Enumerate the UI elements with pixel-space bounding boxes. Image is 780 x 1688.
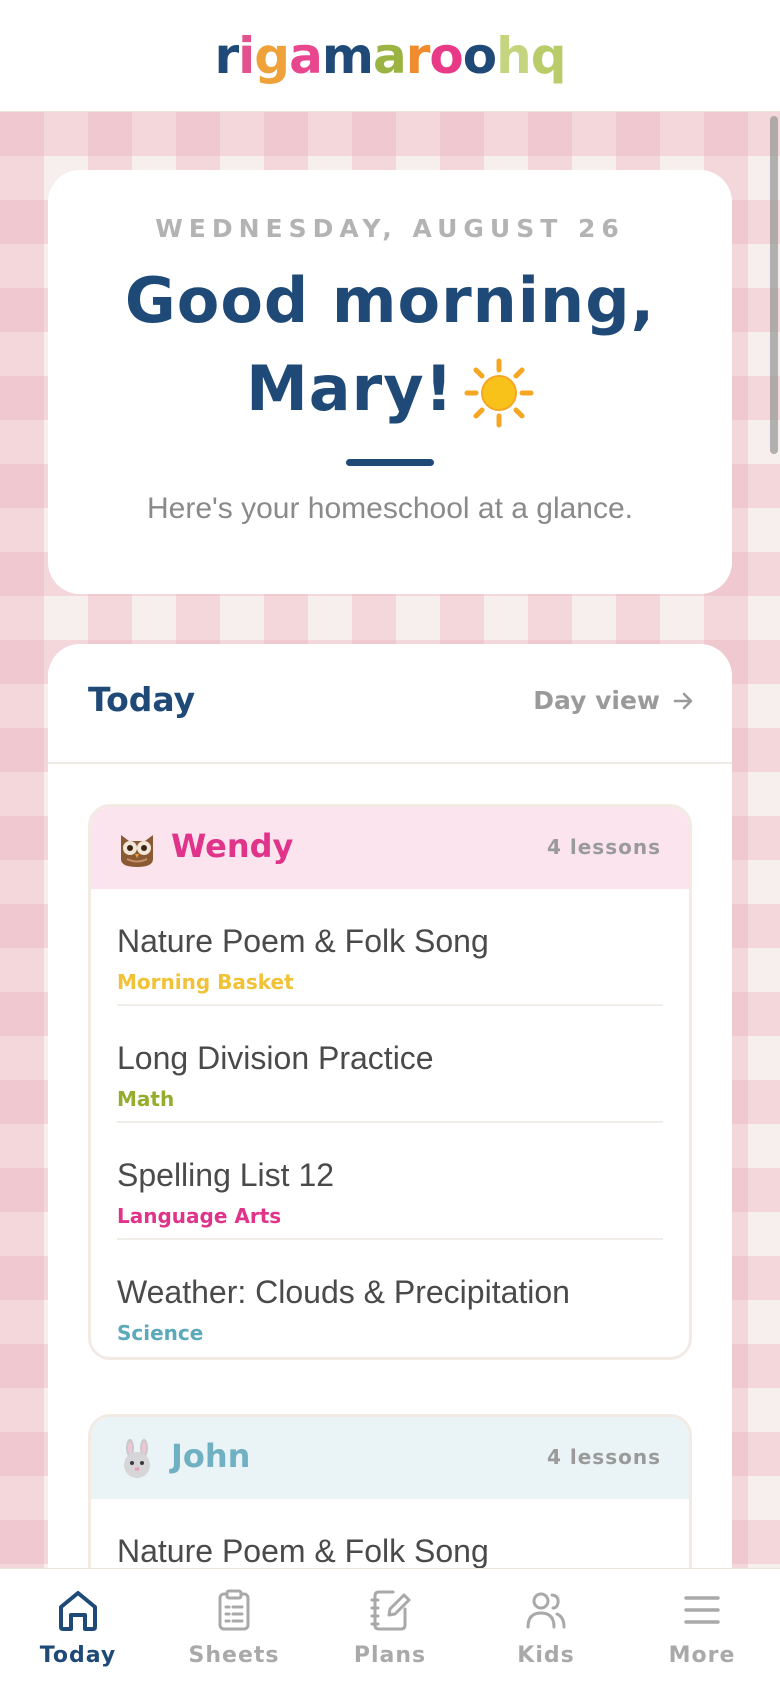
nav-today[interactable]: Today [0, 1569, 156, 1688]
kid-header[interactable]: Wendy 4 lessons [91, 807, 689, 889]
home-icon [59, 1591, 97, 1631]
nav-sheets[interactable]: Sheets [156, 1569, 312, 1688]
lesson-item[interactable]: Nature Poem & Folk Song Morning Basket [117, 889, 663, 1006]
today-card-header: Today Day view [48, 644, 732, 764]
owl-icon [121, 835, 153, 867]
kid-name: Wendy [171, 827, 294, 865]
lesson-subject: Morning Basket [117, 970, 294, 994]
nav-kids[interactable]: Kids [468, 1569, 624, 1688]
lesson-title: Spelling List 12 [117, 1157, 335, 1193]
nav-label: Today [39, 1643, 117, 1668]
lesson-item[interactable]: Spelling List 12 Language Arts [117, 1123, 663, 1240]
lesson-subject: Math [117, 1087, 175, 1111]
lesson-item[interactable]: Long Division Practice Math [117, 1006, 663, 1123]
menu-icon [684, 1596, 720, 1624]
current-date: WEDNESDAY, AUGUST 26 [155, 214, 625, 243]
logo-letter: h [496, 26, 532, 85]
logo-letter: i [238, 26, 255, 85]
lesson-item[interactable]: Weather: Clouds & Precipitation Science [117, 1240, 663, 1357]
kid-header[interactable]: John 4 lessons [91, 1417, 689, 1499]
app-header: rigamaroohq [0, 0, 780, 112]
greeting-line-2-wrap: Mary! [48, 345, 732, 433]
nav-more[interactable]: More [624, 1569, 780, 1688]
logo-letter: a [289, 26, 323, 85]
nav-label: Sheets [188, 1643, 280, 1668]
today-title: Today [88, 680, 196, 719]
kid-block-wendy: Wendy 4 lessons Nature Poem & Folk Song … [88, 804, 692, 1360]
kid-block-john: John 4 lessons Nature Poem & Folk Song [88, 1414, 692, 1568]
kid-name: John [171, 1437, 251, 1475]
logo-letter: r [214, 26, 239, 85]
people-icon [526, 1592, 566, 1629]
scrollbar[interactable] [770, 116, 778, 454]
lesson-title: Long Division Practice [117, 1040, 434, 1076]
logo-letter: g [254, 26, 290, 85]
logo-letter: q [530, 26, 567, 85]
logo-letter: m [321, 26, 374, 85]
nav-label: Kids [517, 1643, 575, 1668]
lesson-title: Weather: Clouds & Precipitation [117, 1274, 570, 1310]
lesson-subject: Language Arts [117, 1204, 282, 1228]
sun-icon [464, 358, 534, 428]
nav-label: More [668, 1643, 736, 1668]
logo-letter: o [429, 26, 463, 85]
lesson-title: Nature Poem & Folk Song [117, 923, 489, 959]
title-divider [346, 459, 434, 466]
lesson-item[interactable]: Nature Poem & Folk Song [117, 1499, 663, 1568]
main-scroll-area[interactable]: WEDNESDAY, AUGUST 26 Good morning, Mary!… [0, 112, 780, 1568]
nav-plans[interactable]: Plans [312, 1569, 468, 1688]
bunny-icon [124, 1439, 150, 1478]
greeting-line-2: Mary! [246, 352, 454, 425]
logo-letter: r [405, 26, 431, 85]
clipboard-icon [218, 1589, 250, 1631]
bottom-nav: Today Sheets Plans Kids More [0, 1568, 780, 1688]
nav-label: Plans [353, 1643, 427, 1668]
lesson-subject: Science [117, 1321, 204, 1345]
greeting-card: WEDNESDAY, AUGUST 26 Good morning, Mary!… [48, 170, 732, 594]
lesson-count: 4 lessons [547, 835, 661, 859]
lesson-list: Nature Poem & Folk Song [91, 1499, 689, 1568]
greeting-line-1: Good morning, [124, 264, 656, 337]
logo-letter: o [462, 26, 497, 85]
lesson-list: Nature Poem & Folk Song Morning Basket L… [91, 889, 689, 1357]
lesson-count: 4 lessons [547, 1445, 661, 1469]
app-logo[interactable]: rigamaroohq [214, 26, 567, 85]
logo-letter: a [372, 26, 407, 85]
today-card: Today Day view Wendy 4 lessons Nature Po… [48, 644, 732, 1568]
greeting-subtitle: Here's your homeschool at a glance. [147, 492, 633, 525]
greeting-title: Good morning, Mary! [48, 257, 732, 433]
day-view-label: Day view [533, 686, 660, 715]
notebook-icon [370, 1590, 411, 1631]
lesson-title: Nature Poem & Folk Song [117, 1533, 489, 1568]
day-view-link[interactable]: Day view [533, 686, 694, 715]
arrow-right-icon [673, 692, 693, 709]
